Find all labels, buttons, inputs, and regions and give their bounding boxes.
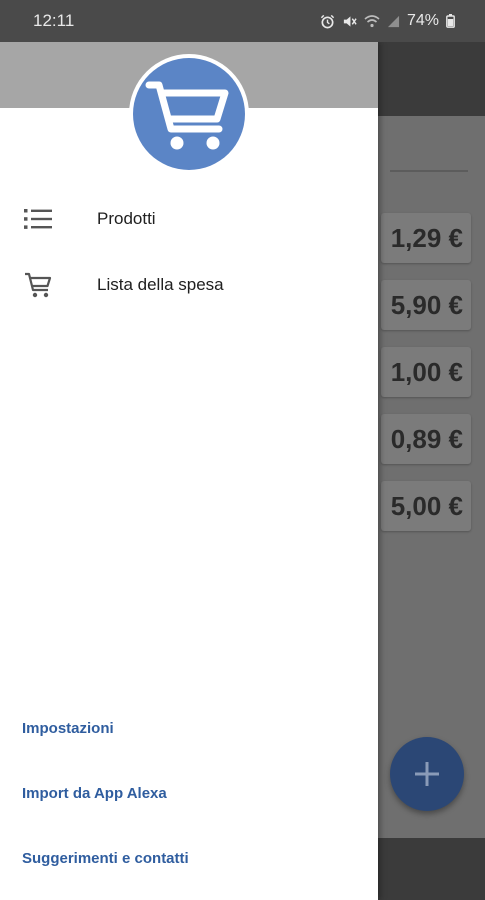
- menu-item-label: Lista della spesa: [97, 275, 224, 294]
- menu-item-lista-della-spesa[interactable]: Lista della spesa: [0, 260, 378, 310]
- app-logo-badge: [133, 58, 245, 170]
- suggestions-contacts-link[interactable]: Suggerimenti e contatti: [22, 850, 189, 867]
- navigation-drawer: Prodotti Lista della spesa Impostazioni …: [0, 42, 378, 900]
- status-bar: 12:11 74%: [0, 0, 485, 42]
- price-badge: 1,00 €: [381, 347, 471, 397]
- wifi-icon: [364, 15, 380, 28]
- status-time: 12:11: [33, 11, 75, 30]
- cart-icon: [22, 269, 54, 301]
- settings-link[interactable]: Impostazioni: [22, 720, 114, 737]
- shopping-cart-icon: [145, 81, 229, 150]
- app-logo: [129, 54, 249, 174]
- price-badge: 0,89 €: [381, 414, 471, 464]
- battery-level: 74%: [406, 12, 439, 29]
- price-badge: 5,90 €: [381, 280, 471, 330]
- price-badge: 1,29 €: [381, 213, 471, 263]
- import-alexa-link[interactable]: Import da App Alexa: [22, 785, 167, 802]
- background-divider: [390, 170, 468, 172]
- price-badge: 5,00 €: [381, 481, 471, 531]
- alarm-icon: [320, 14, 335, 28]
- list-icon: [22, 203, 54, 235]
- mute-icon: [343, 15, 357, 27]
- battery-icon: [446, 14, 455, 28]
- menu-item-prodotti[interactable]: Prodotti: [0, 194, 378, 244]
- screen: 1,29 € 5,90 € 1,00 € 0,89 € 5,00 € 12:11: [0, 0, 485, 900]
- plus-icon: [415, 762, 439, 786]
- signal-icon: [387, 15, 400, 27]
- menu-item-label: Prodotti: [97, 209, 156, 228]
- add-button[interactable]: [390, 737, 464, 811]
